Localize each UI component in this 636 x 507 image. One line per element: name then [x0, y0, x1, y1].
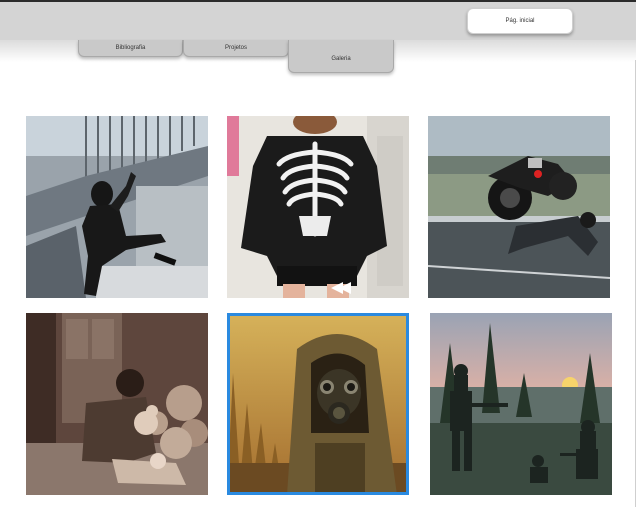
person-climbing-staircase-photo	[26, 116, 208, 298]
gallery-image-pixel-soldiers[interactable]	[430, 313, 612, 495]
gallery-image-teddy-bears[interactable]	[26, 313, 208, 495]
gallery-image-skeleton-hoodie[interactable]	[227, 116, 409, 298]
motorcycle-crash-photo	[428, 116, 610, 298]
person-with-teddy-bears-photo	[26, 313, 208, 495]
gallery-image-gas-mask[interactable]	[227, 313, 409, 495]
tab-galeria[interactable]: Galeria	[288, 40, 394, 73]
gallery-image-staircase-climber[interactable]	[26, 116, 208, 298]
home-button[interactable]: Pág. inicial	[467, 8, 573, 34]
gallery-image-motorcycle[interactable]	[428, 116, 610, 298]
skeleton-hoodie-photo	[227, 116, 409, 298]
gas-mask-hooded-figure-photo	[227, 313, 409, 495]
pixel-art-soldiers-forest-photo	[430, 313, 612, 495]
tab-bibliografia[interactable]: Bibliografia	[78, 40, 183, 57]
tab-projetos[interactable]: Projetos	[183, 40, 289, 57]
